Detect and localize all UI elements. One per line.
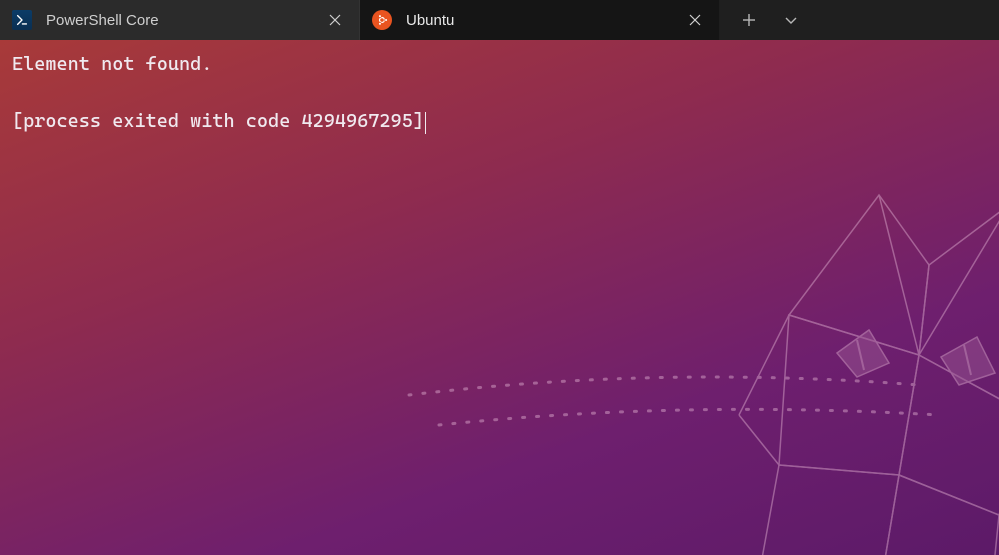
close-icon[interactable] bbox=[323, 8, 347, 32]
cursor bbox=[425, 112, 427, 134]
plus-icon bbox=[742, 13, 756, 27]
chevron-down-icon bbox=[784, 13, 798, 27]
output-line: [process exited with code 4294967295] bbox=[12, 110, 424, 132]
tab-actions bbox=[720, 0, 812, 40]
tab-ubuntu[interactable]: Ubuntu bbox=[360, 0, 720, 40]
powershell-icon bbox=[12, 10, 32, 30]
new-tab-button[interactable] bbox=[728, 0, 770, 40]
tab-bar: PowerShell Core Ubu bbox=[0, 0, 999, 40]
tab-label: PowerShell Core bbox=[46, 12, 323, 29]
tab-dropdown-button[interactable] bbox=[770, 0, 812, 40]
tab-label: Ubuntu bbox=[406, 12, 683, 29]
background-art bbox=[359, 115, 999, 555]
tab-powershell[interactable]: PowerShell Core bbox=[0, 0, 360, 40]
close-icon[interactable] bbox=[683, 8, 707, 32]
terminal-output: Element not found. [process exited with … bbox=[0, 40, 999, 146]
output-line: Element not found. bbox=[12, 53, 212, 75]
terminal-window: PowerShell Core Ubu bbox=[0, 0, 999, 555]
terminal-pane[interactable]: Element not found. [process exited with … bbox=[0, 40, 999, 555]
ubuntu-icon bbox=[372, 10, 392, 30]
